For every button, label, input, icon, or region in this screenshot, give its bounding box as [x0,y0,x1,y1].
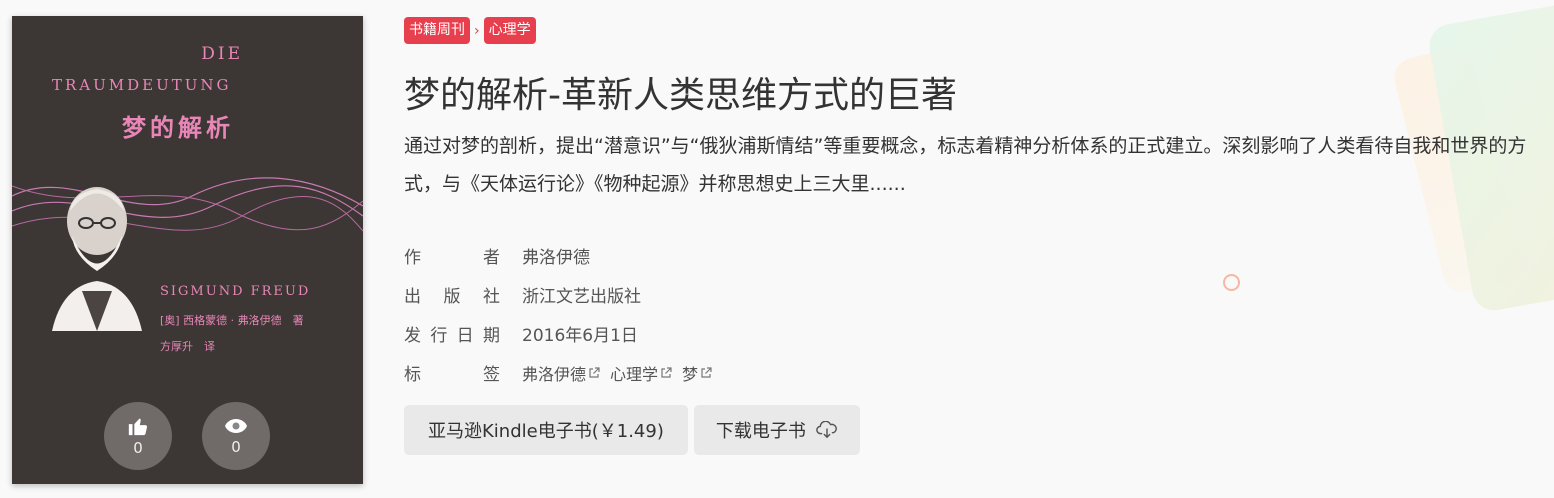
download-ebook-button[interactable]: 下载电子书 [693,405,860,455]
meta-row-date: 发 行 日 期 2016年6月1日 [404,314,712,353]
breadcrumb: 书籍周刊 › 心理学 [404,17,536,44]
meta-value-date: 2016年6月1日 [522,326,638,346]
view-button[interactable]: 0 [202,402,270,470]
eye-icon [225,419,247,433]
external-link-icon [589,366,600,378]
external-link-icon [701,366,712,378]
cover-translator: 方厚升 译 [160,340,215,353]
view-count: 0 [231,438,241,456]
download-label: 下载电子书 [715,421,806,442]
cloud-download-icon [816,421,837,439]
cover-title-de-2: TRAUMDEUTUNG [52,76,232,94]
tag-link-psychology[interactable]: 心理学 [610,361,672,385]
meta-label-publisher: 出 版 社 [404,287,500,307]
chevron-right-icon: › [474,22,480,39]
thumbs-up-icon [128,418,148,436]
cover-author-cn: [奥] 西格蒙德 · 弗洛伊德 著 [160,314,304,327]
meta-label-tags: 标 签 [404,365,500,385]
book-cover[interactable]: DIE TRAUMDEUTUNG 梦的解析 SIGMUND FREUD [奥] … [12,16,363,484]
page-title: 梦的解析-革新人类思维方式的巨著 [404,75,957,116]
meta-row-author: 作 者 弗洛伊德 [404,236,712,275]
book-description: 通过对梦的剖析，提出“潜意识”与“俄狄浦斯情结”等重要概念，标志着精神分析体系的… [404,135,1527,195]
decor-ring [1223,274,1240,291]
cover-title-de-1: DIE [201,44,243,64]
tag-list: 弗洛伊德 心理学 梦 [522,361,712,385]
cover-title-cn: 梦的解析 [122,114,234,142]
book-meta: 作 者 弗洛伊德 出 版 社 浙江文艺出版社 发 行 日 期 2016年6月1日… [404,236,712,392]
external-link-icon [661,366,672,378]
meta-row-publisher: 出 版 社 浙江文艺出版社 [404,275,712,314]
freud-portrait [52,187,142,331]
meta-label-author: 作 者 [404,248,500,268]
like-count: 0 [133,439,143,457]
tag-link-dream[interactable]: 梦 [682,361,712,385]
meta-value-publisher: 浙江文艺出版社 [522,287,641,307]
kindle-buy-button[interactable]: 亚马逊Kindle电子书(￥1.49) [404,405,688,455]
meta-row-tags: 标 签 弗洛伊德 心理学 梦 [404,353,712,392]
cover-author-en: SIGMUND FREUD [160,284,311,299]
meta-label-date: 发 行 日 期 [404,326,500,346]
like-button[interactable]: 0 [104,402,172,470]
meta-value-author: 弗洛伊德 [522,248,590,268]
action-buttons: 亚马逊Kindle电子书(￥1.49) 下载电子书 [404,405,860,455]
breadcrumb-category[interactable]: 书籍周刊 [404,17,470,44]
breadcrumb-subcategory[interactable]: 心理学 [483,17,536,44]
tag-link-freud[interactable]: 弗洛伊德 [522,361,600,385]
